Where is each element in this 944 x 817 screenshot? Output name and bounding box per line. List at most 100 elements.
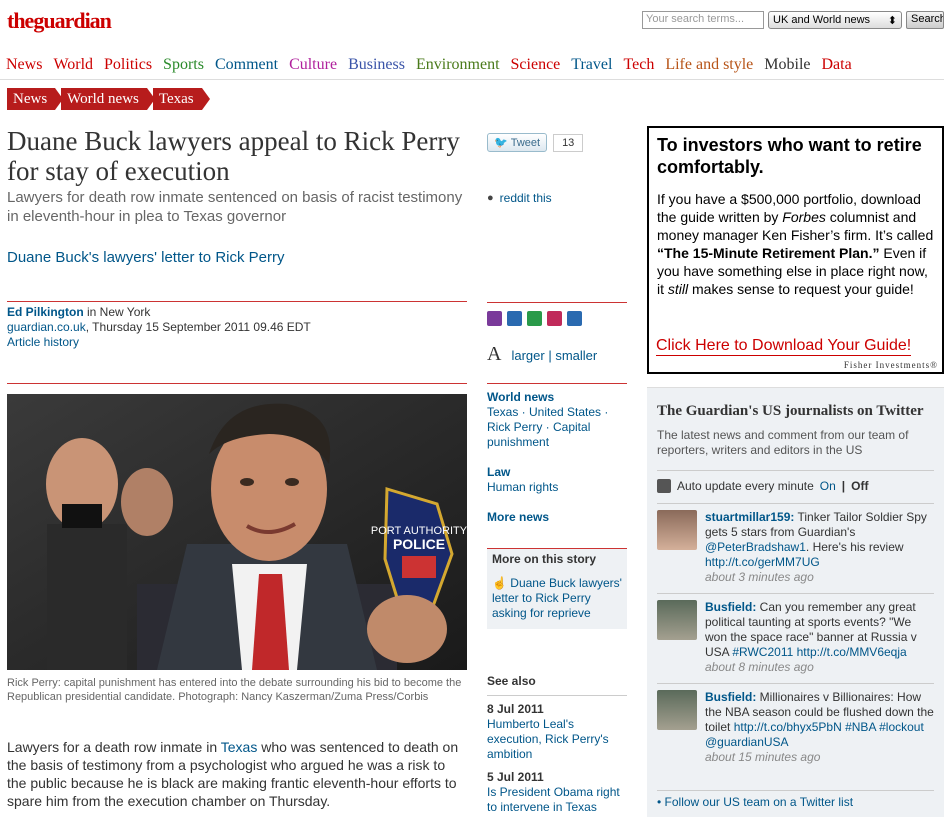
author-link[interactable]: Ed Pilkington (7, 305, 84, 319)
tweet-time: about 3 minutes ago (705, 570, 814, 584)
nav-culture[interactable]: Culture (283, 54, 342, 79)
avatar[interactable] (657, 510, 697, 550)
clip-icon[interactable] (547, 311, 562, 326)
us-journalists-twitter: The Guardian's US journalists on Twitter… (647, 387, 944, 817)
world-news-tags[interactable]: Texas · United States · Rick Perry · Cap… (487, 405, 627, 450)
texas-link[interactable]: Texas (221, 739, 258, 755)
auto-update-on[interactable]: On (820, 479, 836, 493)
masthead: theguardian Your search terms... UK and … (0, 0, 944, 40)
nav-science[interactable]: Science (505, 54, 566, 79)
see-also: See also 8 Jul 2011 Humberto Leal's exec… (487, 674, 627, 817)
more-news-section: More news (487, 510, 627, 525)
rick-perry-photo: PORT AUTHORITY POLICE (7, 394, 467, 670)
tweet-item: Busfield: Millionaires v Billionaires: H… (657, 683, 934, 773)
divider (7, 301, 467, 302)
clock-icon (657, 479, 671, 493)
divider (487, 302, 627, 303)
related-letter-link[interactable]: Duane Buck's lawyers' letter to Rick Per… (7, 249, 285, 266)
nav-travel[interactable]: Travel (565, 54, 617, 79)
avatar[interactable] (657, 690, 697, 730)
see-also-link[interactable]: Is President Obama right to intervene in… (487, 785, 627, 815)
nav-politics[interactable]: Politics (98, 54, 157, 79)
tweet-time: about 15 minutes ago (705, 750, 821, 764)
tweet-time: about 8 minutes ago (705, 660, 814, 674)
ad-body: If you have a $500,000 portfolio, downlo… (657, 191, 934, 297)
search-bar: Your search terms... UK and World news ⬍ … (642, 11, 944, 29)
breadcrumb: News World news Texas (7, 88, 210, 110)
tweet-widget: 🐦 Tweet 13 (487, 133, 584, 152)
nav-mobile[interactable]: Mobile (758, 54, 815, 79)
article-headline: Duane Buck lawyers appeal to Rick Perry … (7, 126, 460, 186)
ad-brand: Fisher Investments® (843, 360, 938, 370)
twitter-bird-icon: 🐦 (494, 137, 508, 149)
ad-title: To investors who want to retire comforta… (657, 135, 922, 177)
more-on-story-item[interactable]: ☝ Duane Buck lawyers' letter to Rick Per… (492, 576, 622, 621)
email-icon[interactable] (507, 311, 522, 326)
print-icon[interactable] (487, 311, 502, 326)
nav-world[interactable]: World (47, 54, 98, 79)
article-body: Lawyers for a death row inmate in Texas … (7, 739, 459, 809)
search-input[interactable]: Your search terms... (642, 11, 764, 29)
more-on-this-story: More on this story ☝ Duane Buck lawyers'… (487, 548, 627, 629)
share-icon[interactable] (527, 311, 542, 326)
auto-update-off[interactable]: Off (851, 479, 868, 493)
fisher-investments-ad[interactable]: To investors who want to retire comforta… (647, 126, 944, 374)
text-size-icon: A (487, 343, 502, 365)
see-also-title: See also (487, 674, 627, 696)
google-buzz-icon[interactable] (567, 311, 582, 326)
tweet-user[interactable]: Busfield: (705, 600, 756, 614)
avatar[interactable] (657, 600, 697, 640)
source-link[interactable]: guardian.co.uk (7, 320, 86, 334)
reddit-alien-icon: ● (487, 192, 494, 204)
divider (7, 383, 467, 384)
tweet-item: stuartmillar159: Tinker Tailor Soldier S… (657, 503, 934, 593)
nav-comment[interactable]: Comment (209, 54, 283, 79)
photo-caption: Rick Perry: capital punishment has enter… (7, 677, 462, 703)
search-button[interactable]: Search (906, 11, 944, 29)
breadcrumb-news[interactable]: News (7, 88, 64, 110)
tweet-user[interactable]: stuartmillar159: (705, 510, 794, 524)
follow-twitter-list-link[interactable]: • Follow our US team on a Twitter list (657, 790, 934, 809)
divider (487, 383, 627, 384)
svg-text:POLICE: POLICE (393, 536, 445, 552)
world-news-section: World news Texas · United States · Rick … (487, 390, 627, 450)
article-photo: PORT AUTHORITY POLICE (7, 394, 467, 670)
tweet-button[interactable]: 🐦 Tweet (487, 133, 548, 152)
breadcrumb-world-news[interactable]: World news (61, 88, 155, 110)
human-rights-link[interactable]: Human rights (487, 480, 627, 495)
nav-tech[interactable]: Tech (617, 54, 659, 79)
nav-data[interactable]: Data (816, 54, 857, 79)
select-arrows-icon: ⬍ (887, 14, 897, 27)
smaller-text-link[interactable]: smaller (555, 348, 597, 363)
world-news-link[interactable]: World news (487, 390, 627, 405)
tweet-count: 13 (553, 133, 584, 152)
twitter-box-desc: The latest news and comment from our tea… (657, 428, 909, 457)
more-news-link[interactable]: More news (487, 510, 627, 525)
breadcrumb-texas[interactable]: Texas (152, 88, 210, 110)
guardian-logo[interactable]: theguardian (7, 8, 112, 34)
auto-update-toggle: Auto update every minute On | Off (657, 470, 934, 493)
twitter-box-title: The Guardian's US journalists on Twitter (657, 403, 924, 419)
more-on-story-title: More on this story (492, 552, 597, 566)
nav-sports[interactable]: Sports (157, 54, 209, 79)
main-nav: News World Politics Sports Comment Culture Bus… (0, 54, 944, 80)
nav-business[interactable]: Business (342, 54, 410, 79)
search-scope-select[interactable]: UK and World news ⬍ (768, 11, 902, 29)
nav-news[interactable]: News (0, 54, 47, 79)
pointer-hand-icon: ☝ (492, 576, 507, 590)
law-section: Law Human rights (487, 465, 627, 495)
nav-life-and-style[interactable]: Life and style (659, 54, 758, 79)
ad-download-button[interactable]: Click Here to Download Your Guide! (656, 337, 912, 356)
text-size-controls: A larger | smaller (487, 343, 598, 365)
byline: Ed Pilkington in New York guardian.co.uk… (7, 305, 311, 349)
nav-environment[interactable]: Environment (410, 54, 505, 79)
article-history-link[interactable]: Article history (7, 335, 79, 349)
tweet-user[interactable]: Busfield: (705, 690, 756, 704)
share-icons (487, 311, 582, 326)
see-also-link[interactable]: Humberto Leal's execution, Rick Perry's … (487, 717, 627, 762)
article-standfirst: Lawyers for death row inmate sentenced o… (7, 189, 463, 225)
reddit-link[interactable]: ● reddit this (487, 191, 552, 205)
law-link[interactable]: Law (487, 465, 627, 480)
larger-text-link[interactable]: larger (511, 348, 544, 363)
tweet-item: Busfield: Can you remember any great pol… (657, 593, 934, 683)
